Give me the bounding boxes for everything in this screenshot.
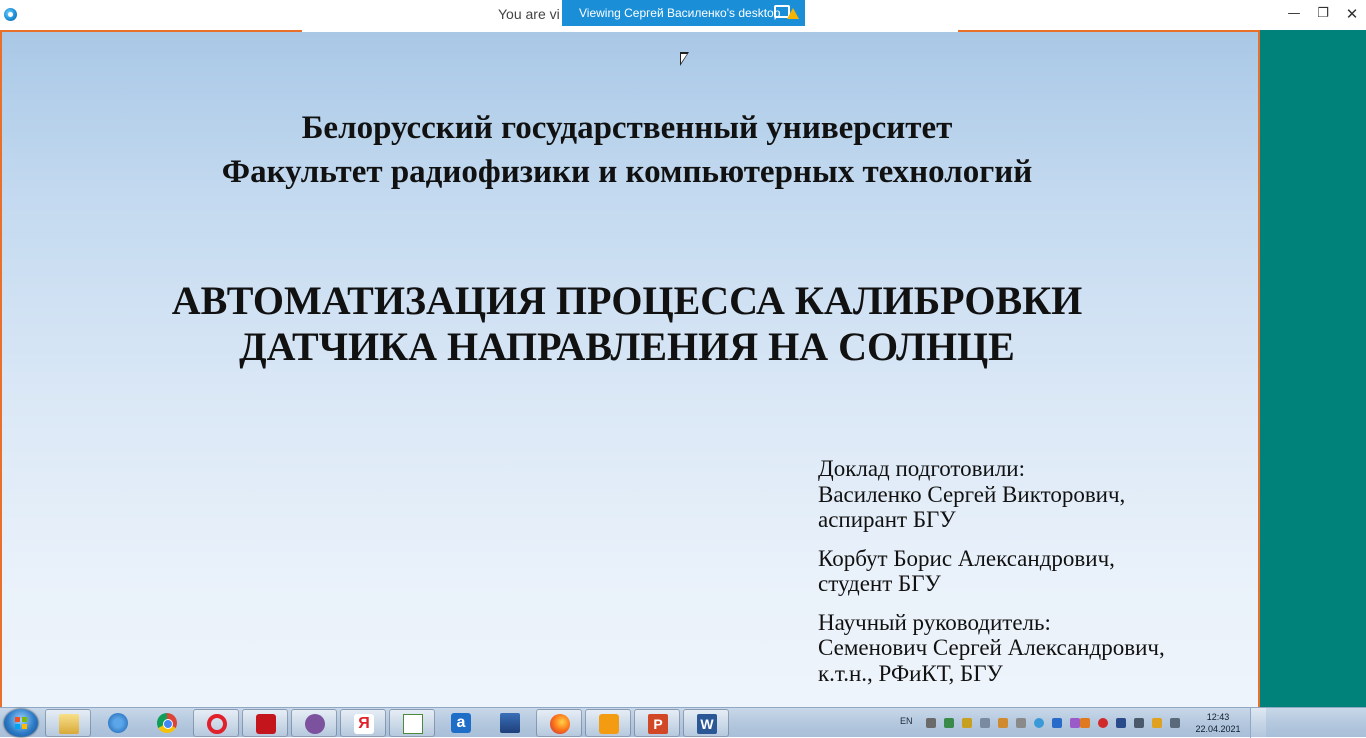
taskbar-word[interactable]: W	[683, 709, 729, 737]
taskbar-chrome[interactable]	[144, 709, 190, 737]
tray-alert-icon[interactable]	[1152, 718, 1162, 728]
system-clock[interactable]: 12:43 22.04.2021	[1190, 711, 1246, 735]
prepared-by-label: Доклад подготовили:	[818, 456, 1025, 481]
acrobat-icon	[256, 714, 276, 734]
network-app-icon	[500, 713, 520, 733]
tray-monitor-icon[interactable]	[1134, 718, 1144, 728]
taskbar-acrobat[interactable]	[242, 709, 288, 737]
tray-device-icon[interactable]	[1016, 718, 1026, 728]
tray-update-icon[interactable]	[1080, 718, 1090, 728]
language-indicator[interactable]: EN	[900, 716, 913, 726]
teamviewer-app-icon[interactable]	[4, 8, 17, 21]
pdf-app-icon	[599, 714, 619, 734]
chart-app-icon	[403, 714, 423, 734]
topic-title-line2: ДАТЧИКА НАПРАВЛЕНИЯ НА СОЛНЦЕ	[239, 324, 1015, 369]
chrome-icon	[157, 713, 177, 733]
taskbar-network-app[interactable]	[487, 709, 533, 737]
bluetooth-icon[interactable]	[1116, 718, 1126, 728]
faculty-title: Факультет радиофизики и компьютерных тех…	[221, 154, 1033, 190]
window-title: You are vi	[498, 6, 560, 22]
maximize-button[interactable]: ❐	[1313, 4, 1333, 24]
minimize-button[interactable]: —	[1284, 4, 1304, 24]
warning-icon	[787, 8, 799, 19]
taskbar: Я a P W EN 12:43 22.04.2021	[0, 707, 1366, 738]
show-desktop-button[interactable]	[1250, 708, 1266, 738]
taskbar-viber[interactable]	[291, 709, 337, 737]
author2-role: студент БГУ	[818, 571, 941, 596]
university-title: Белорусский государственный университет	[301, 110, 953, 146]
desktop-background-panel	[1260, 30, 1366, 707]
powerpoint-icon: P	[648, 714, 668, 734]
presentation-slide[interactable]: Белорусский государственный университет …	[2, 32, 1258, 707]
topic-title-line1: АВТОМАТИЗАЦИЯ ПРОЦЕССА КАЛИБРОВКИ	[171, 278, 1083, 323]
mouse-cursor-icon	[680, 52, 689, 66]
taskbar-opera[interactable]	[193, 709, 239, 737]
taskbar-chart-app[interactable]	[389, 709, 435, 737]
taskbar-yandex[interactable]: Я	[340, 709, 386, 737]
tray-user-icon[interactable]	[926, 718, 936, 728]
tray-pen-icon[interactable]	[1070, 718, 1080, 728]
firefox-icon	[550, 714, 570, 734]
opera-icon	[207, 714, 227, 734]
supervisor-role: к.т.н., РФиКТ, БГУ	[818, 660, 1003, 686]
tray-folder-icon[interactable]	[998, 718, 1008, 728]
supervisor-name: Семенович Сергей Александрович,	[818, 635, 1165, 660]
taskbar-a-app[interactable]: a	[438, 709, 484, 737]
author1-role: аспирант БГУ	[818, 507, 956, 532]
authors-block: Доклад подготовили: Василенко Сергей Вик…	[818, 456, 1238, 686]
viewing-banner-label: Viewing Сергей Василенко's desktop	[579, 6, 781, 20]
outlook-icon	[108, 713, 128, 733]
taskbar-powerpoint[interactable]: P	[634, 709, 680, 737]
tray-antivirus-icon[interactable]	[1098, 718, 1108, 728]
tray-app-icon[interactable]	[944, 718, 954, 728]
close-button[interactable]: ✕	[1342, 4, 1362, 24]
author1-name: Василенко Сергей Викторович,	[818, 481, 1126, 507]
viewing-banner[interactable]: Viewing Сергей Василенко's desktop	[562, 0, 805, 26]
clock-date: 22.04.2021	[1195, 724, 1241, 734]
tray-mail-icon[interactable]	[980, 718, 990, 728]
tray-network-icon[interactable]	[1052, 718, 1062, 728]
taskbar-pdf-app[interactable]	[585, 709, 631, 737]
windows-logo-icon	[15, 717, 27, 729]
supervisor-label: Научный руководитель:	[818, 609, 1051, 635]
clock-time: 12:43	[1206, 712, 1230, 722]
word-icon: W	[697, 714, 717, 734]
explorer-icon	[59, 714, 79, 734]
tray-font-icon[interactable]	[962, 718, 972, 728]
taskbar-firefox[interactable]	[536, 709, 582, 737]
taskbar-outlook[interactable]	[95, 709, 141, 737]
taskbar-explorer[interactable]	[45, 709, 91, 737]
a-app-icon: a	[451, 713, 471, 733]
tray-teamviewer-icon[interactable]	[1034, 718, 1044, 728]
start-button[interactable]	[4, 709, 38, 737]
viber-icon	[305, 714, 325, 734]
yandex-browser-icon: Я	[354, 714, 374, 734]
author2-name: Корбут Борис Александрович,	[818, 545, 1115, 571]
volume-icon[interactable]	[1170, 718, 1180, 728]
window-title-bar: You are vi Viewing Сергей Василенко's de…	[0, 0, 1366, 30]
